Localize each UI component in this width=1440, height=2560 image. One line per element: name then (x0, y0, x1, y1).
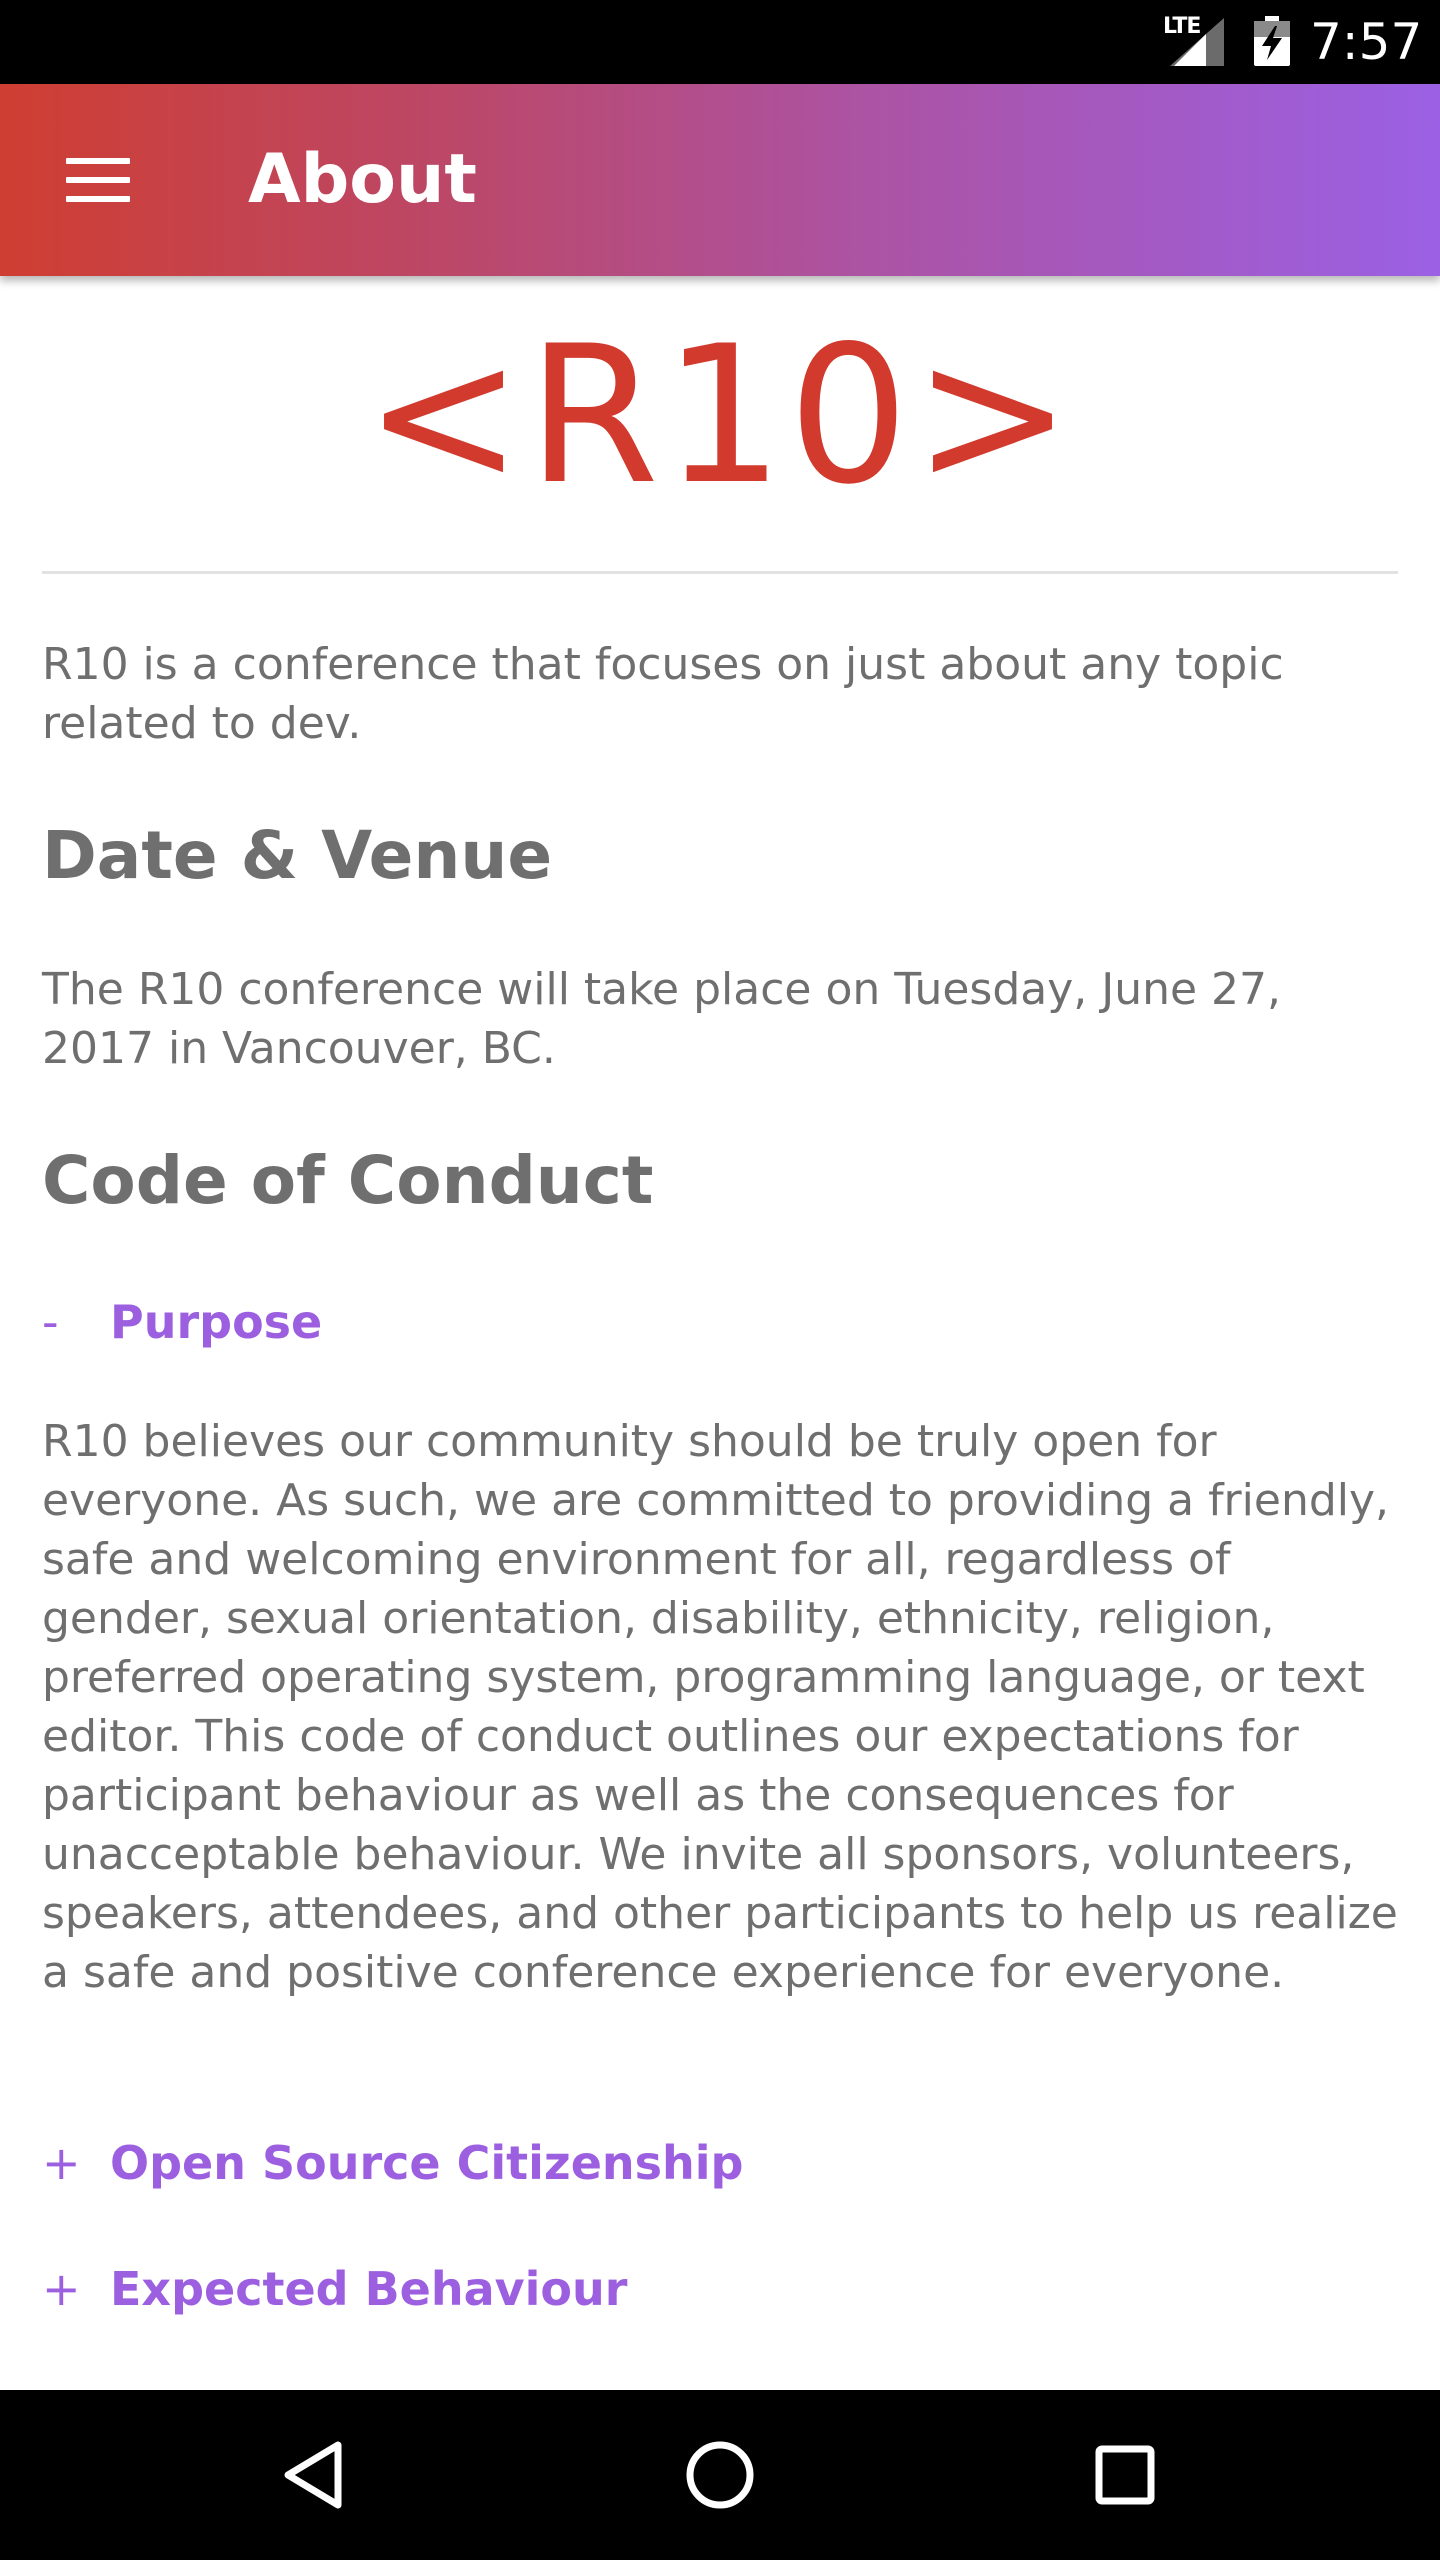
page-title: About (248, 140, 477, 219)
accordion-open-source-citizenship-title: Open Source Citizenship (110, 2136, 744, 2190)
system-navigation-bar (0, 2390, 1440, 2560)
accordion-purpose-title: Purpose (110, 1295, 323, 1349)
accordion-open-source-citizenship[interactable]: + Open Source Citizenship (42, 2128, 1342, 2198)
back-button[interactable] (265, 2425, 365, 2525)
purpose-text: R10 believes our community should be tru… (42, 1416, 1398, 1998)
home-circle-icon (686, 2441, 754, 2509)
about-screen: LTE 7:57 About <R10> R10 is a conference… (0, 0, 1440, 2560)
back-triangle-icon (284, 2441, 342, 2509)
status-clock: 7:57 (1310, 13, 1423, 71)
logo-divider (42, 571, 1398, 574)
expand-toggle-icon: + (42, 2136, 81, 2190)
signal-strength-icon (1170, 18, 1224, 66)
home-button[interactable] (670, 2425, 770, 2525)
expand-toggle-icon: + (42, 2262, 81, 2316)
menu-button[interactable] (50, 144, 146, 216)
battery-charging-icon (1254, 16, 1290, 66)
date-venue-heading: Date & Venue (42, 817, 553, 894)
recents-square-icon (1095, 2445, 1155, 2505)
status-bar: LTE 7:57 (0, 0, 1440, 84)
recents-button[interactable] (1075, 2425, 1175, 2525)
accordion-expected-behaviour[interactable]: + Expected Behaviour (42, 2254, 1342, 2324)
accordion-expected-behaviour-title: Expected Behaviour (110, 2262, 628, 2316)
accordion-purpose[interactable]: - Purpose (42, 1287, 1342, 1357)
code-of-conduct-heading: Code of Conduct (42, 1142, 654, 1219)
date-venue-text: The R10 conference will take place on Tu… (42, 964, 1282, 1074)
collapse-toggle-icon: - (42, 1295, 59, 1349)
r10-logo: <R10> (363, 305, 1077, 526)
app-bar: About (0, 84, 1440, 276)
intro-text: R10 is a conference that focuses on just… (42, 639, 1284, 749)
about-content: <R10> R10 is a conference that focuses o… (0, 276, 1440, 2390)
